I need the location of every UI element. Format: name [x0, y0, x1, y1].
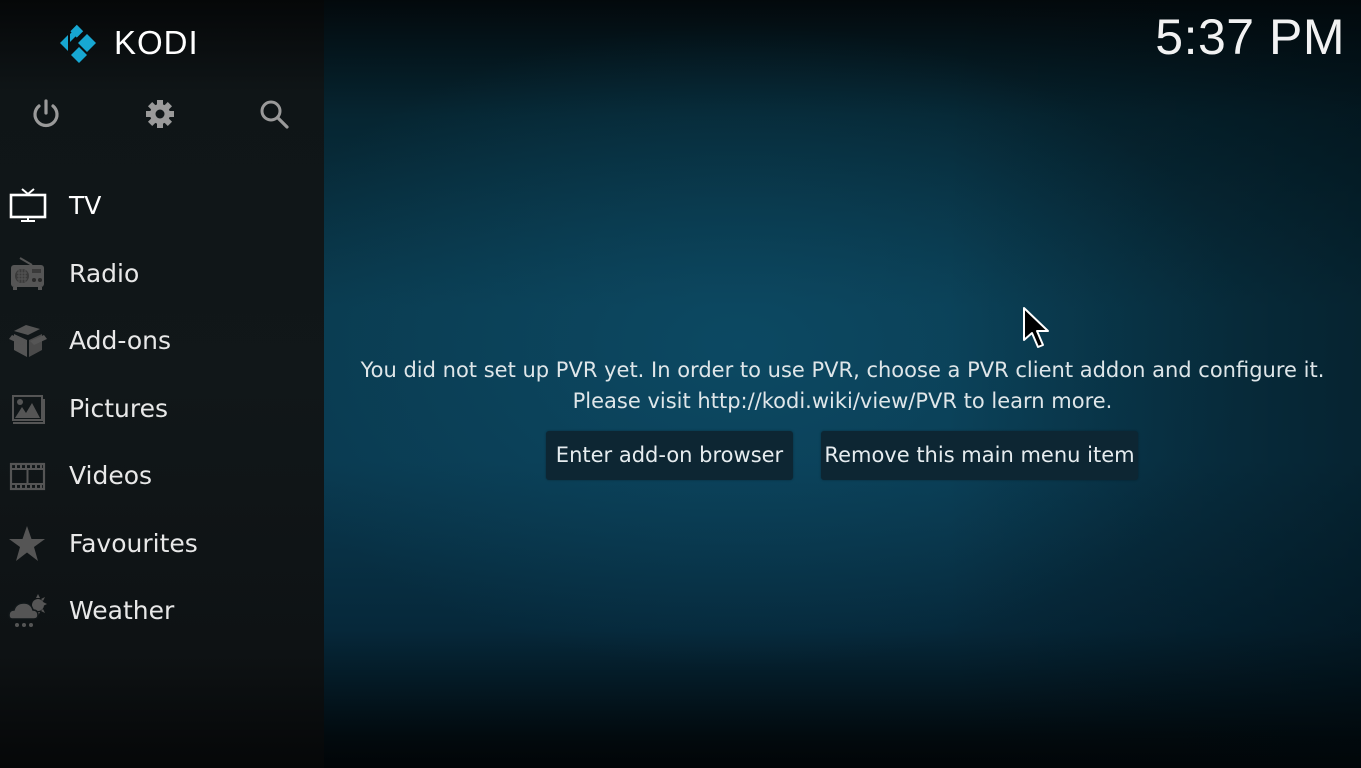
menu-item-radio[interactable]: Radio [0, 244, 324, 304]
weather-icon [8, 591, 48, 631]
kodi-logo[interactable]: KODI [58, 22, 199, 64]
search-button[interactable] [256, 96, 292, 132]
search-icon [260, 100, 289, 129]
menu-item-label: Pictures [69, 394, 168, 423]
menu-item-label: Favourites [69, 529, 198, 558]
power-icon [33, 99, 59, 128]
kodi-logo-icon [60, 24, 96, 63]
gear-icon [146, 100, 174, 128]
menu-item-label: Add-ons [69, 326, 172, 355]
tv-icon [8, 186, 48, 226]
top-icon-bar [0, 96, 324, 132]
film-icon [8, 456, 48, 496]
power-button[interactable] [28, 96, 64, 132]
menu-item-tv[interactable]: TV [0, 176, 324, 236]
remove-menu-item-button[interactable]: Remove this main menu item [821, 431, 1138, 480]
sidebar: KODI TV Radio Add-ons Pictures Videos Fa… [0, 0, 324, 768]
app-name: KODI [114, 24, 199, 61]
pvr-setup-message: You did not set up PVR yet. In order to … [360, 358, 1325, 413]
menu-item-favourites[interactable]: Favourites [0, 514, 324, 574]
pictures-icon [8, 389, 48, 429]
menu-item-label: Weather [69, 596, 175, 625]
menu-item-weather[interactable]: Weather [0, 581, 324, 641]
star-icon [8, 524, 48, 564]
menu-item-videos[interactable]: Videos [0, 446, 324, 506]
menu-item-addons[interactable]: Add-ons [0, 311, 324, 371]
menu-item-pictures[interactable]: Pictures [0, 379, 324, 439]
menu-item-label: Radio [69, 259, 140, 288]
clock: 5:37 PM [1155, 9, 1345, 65]
settings-button[interactable] [142, 96, 178, 132]
box-icon [8, 321, 48, 361]
radio-icon [8, 254, 48, 294]
menu-item-label: Videos [69, 461, 153, 490]
mouse-cursor-icon [1023, 307, 1049, 348]
menu-item-label: TV [69, 191, 102, 220]
enter-addon-browser-button[interactable]: Enter add-on browser [546, 431, 793, 480]
